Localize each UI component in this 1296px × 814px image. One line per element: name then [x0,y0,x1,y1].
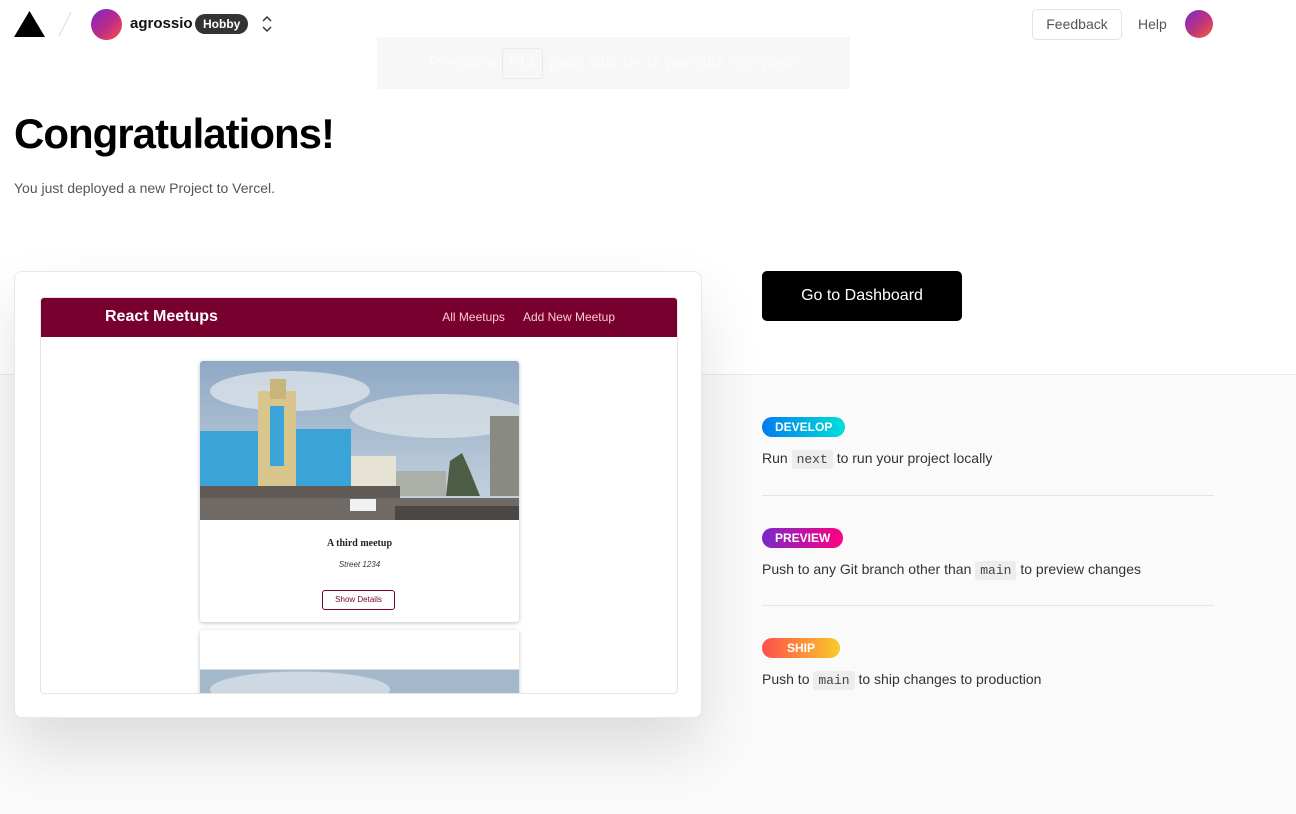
app-nav-all-meetups: All Meetups [442,310,505,324]
step-text-after: to ship changes to production [858,671,1042,687]
step-text-before: Push to any Git branch other than [762,561,972,577]
app-nav: All Meetups Add New Meetup [442,310,615,324]
step-code: main [975,561,1017,580]
step-preview: PREVIEW Push to any Git branch other tha… [762,528,1214,580]
plan-badge: Hobby [195,14,249,34]
step-text-before: Push to [762,671,810,687]
divider [762,495,1214,496]
step-code: next [791,450,833,469]
chevron-up-down-icon[interactable] [260,15,274,33]
app-header: React Meetups All Meetups Add New Meetup [41,298,677,337]
step-text-after: to preview changes [1020,561,1141,577]
fullscreen-notice-after: para salir de la pantalla completa [548,53,799,72]
divider [762,605,1214,606]
help-link[interactable]: Help [1138,16,1167,32]
app-nav-add-meetup: Add New Meetup [522,310,615,324]
team-name[interactable]: agrossio [130,15,193,32]
vercel-logo-icon[interactable] [14,11,45,37]
fullscreen-notice-before: Presiona [428,53,496,72]
page-subtitle: You just deployed a new Project to Verce… [14,180,275,196]
meetup-card [200,630,519,693]
slash-separator-icon [58,11,72,37]
meetup-title: A third meetup [327,538,392,549]
meetup-image [200,669,519,693]
fullscreen-notice: Presiona F11 para salir de la pantalla c… [377,37,850,89]
step-code: main [813,671,855,690]
step-text-after: to run your project locally [836,450,993,466]
show-details-button: Show Details [322,590,395,610]
step-text: Push to main to ship changes to producti… [762,671,1214,690]
fullscreen-key: F11 [501,47,543,79]
step-text-before: Run [762,450,788,466]
step-develop: DEVELOP Run next to run your project loc… [762,417,1214,469]
deployment-screenshot: React Meetups All Meetups Add New Meetup [40,297,678,694]
feedback-button[interactable]: Feedback [1032,9,1122,40]
team-avatar[interactable] [91,9,122,40]
user-avatar[interactable] [1185,10,1213,38]
page-title: Congratulations! [14,110,335,157]
develop-badge: DEVELOP [762,417,846,437]
deployment-preview-card[interactable]: React Meetups All Meetups Add New Meetup [14,271,702,718]
ship-badge: SHIP [762,638,841,658]
preview-badge: PREVIEW [762,528,844,548]
meetup-image [200,361,519,520]
go-to-dashboard-button[interactable]: Go to Dashboard [762,271,962,321]
meetup-address: Street 1234 [338,560,381,569]
step-text: Push to any Git branch other than main t… [762,561,1214,580]
app-title: React Meetups [105,308,218,325]
meetup-card: A third meetup Street 1234 Show Details [200,361,519,622]
step-ship: SHIP Push to main to ship changes to pro… [762,638,1214,690]
step-text: Run next to run your project locally [762,450,1214,469]
